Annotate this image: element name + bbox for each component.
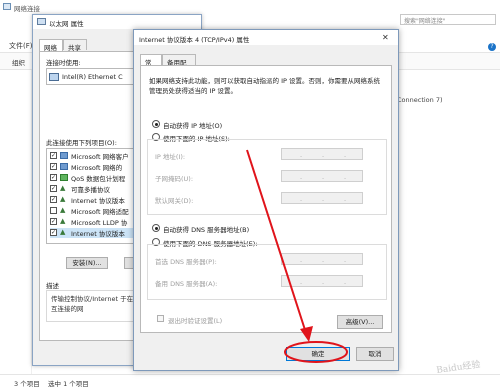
checkbox[interactable]: ✓	[50, 229, 57, 236]
ethernet-title: 以太网 属性	[49, 20, 84, 28]
protocol-arrow-icon: ▲	[60, 217, 66, 225]
close-icon[interactable]: ✕	[382, 33, 389, 42]
intro-text: 如果网络支持此功能，则可以获取自动指派的 IP 设置。否则，你需要从网络系统管理…	[149, 77, 380, 95]
install-button[interactable]: 安装(N)...	[66, 257, 108, 269]
status-selected-count: 选中 1 个项目	[48, 380, 89, 388]
preferred-dns-field[interactable]: ...	[281, 253, 363, 265]
list-item-label: QoS 数据包计划程	[71, 175, 126, 183]
validate-on-exit-checkbox[interactable]	[157, 315, 164, 322]
organize-button[interactable]: 组织	[12, 57, 25, 67]
checkbox[interactable]: ✓	[50, 174, 57, 181]
subnet-mask-label: 子网掩码(U):	[155, 175, 194, 183]
list-item-label: Microsoft LLDP 协	[71, 219, 128, 227]
network-folder-icon	[3, 3, 11, 10]
ipv4-title: Internet 协议版本 4 (TCP/IPv4) 属性	[139, 36, 250, 44]
list-item-label: Microsoft 网络适配	[71, 208, 129, 216]
search-box[interactable]: 搜索"网络连接"	[400, 14, 496, 25]
cancel-button[interactable]: 取消	[356, 347, 394, 361]
auto-dns-label[interactable]: 自动获得 DNS 服务器地址(B)	[163, 224, 249, 234]
tab-sharing[interactable]: 共享	[63, 39, 87, 52]
ethernet-titlebar: 以太网 属性	[33, 15, 201, 29]
auto-ip-label[interactable]: 自动获得 IP 地址(O)	[163, 120, 222, 130]
network-card-icon	[49, 73, 59, 81]
checkbox[interactable]: ✓	[50, 185, 57, 192]
list-item-label: Internet 协议版本	[71, 230, 125, 238]
checkbox[interactable]: ✓	[50, 218, 57, 225]
list-item-label: Internet 协议版本	[71, 197, 125, 205]
menu-file[interactable]: 文件(F)	[9, 41, 33, 51]
file-sharing-icon	[60, 163, 68, 170]
protocol-arrow-icon: ▲	[60, 184, 66, 192]
preferred-dns-label: 首选 DNS 服务器(P):	[155, 258, 217, 266]
list-item-label: 可靠多播协议	[71, 186, 110, 194]
explorer-titlebar: 网络连接	[0, 0, 500, 14]
list-item-label: Microsoft 网络客户	[71, 153, 129, 161]
navigation-pane	[0, 70, 32, 374]
checkbox[interactable]	[50, 207, 57, 214]
status-item-count: 3 个项目	[14, 380, 40, 388]
alternate-dns-field[interactable]: ...	[281, 275, 363, 287]
description-label: 描述	[46, 282, 59, 290]
auto-ip-radio[interactable]	[152, 120, 160, 128]
checkbox[interactable]: ✓	[50, 196, 57, 203]
validate-on-exit-label: 退出时验证设置(L)	[168, 317, 223, 325]
general-panel: 如果网络支持此功能，则可以获取自动指派的 IP 设置。否则，你需要从网络系统管理…	[140, 65, 392, 333]
ip-address-field[interactable]: ...	[281, 148, 363, 160]
protocol-arrow-icon: ▲	[60, 195, 66, 203]
advanced-button[interactable]: 高级(V)...	[337, 315, 383, 329]
ok-button[interactable]: 确定	[286, 347, 350, 361]
checkbox[interactable]: ✓	[50, 163, 57, 170]
protocol-arrow-icon: ▲	[60, 228, 66, 236]
default-gateway-label: 默认网关(D):	[155, 197, 194, 205]
subnet-mask-field[interactable]: ...	[281, 170, 363, 182]
protocol-arrow-icon: ▲	[60, 206, 66, 214]
items-label: 此连接使用下列项目(O):	[46, 139, 117, 147]
list-item-label: Microsoft 网络的	[71, 164, 123, 172]
network-client-icon	[60, 152, 68, 159]
ip-address-label: IP 地址(I):	[155, 153, 186, 161]
default-gateway-field[interactable]: ...	[281, 192, 363, 204]
auto-dns-radio[interactable]	[152, 224, 160, 232]
explorer-title: 网络连接	[14, 5, 40, 13]
adapter-icon	[37, 18, 46, 25]
tab-network[interactable]: 网络	[39, 39, 63, 52]
connection-item-label[interactable]: Connection 7)	[397, 96, 443, 104]
help-icon[interactable]: ?	[488, 43, 496, 51]
qos-icon	[60, 174, 68, 181]
checkbox[interactable]: ✓	[50, 152, 57, 159]
ipv4-properties-dialog: Internet 协议版本 4 (TCP/IPv4) 属性 ✕ 常规 备用配置 …	[133, 29, 399, 371]
connect-using-label: 连接时使用:	[46, 59, 81, 67]
ipv4-titlebar: Internet 协议版本 4 (TCP/IPv4) 属性 ✕	[134, 30, 398, 45]
alternate-dns-label: 备用 DNS 服务器(A):	[155, 280, 218, 288]
tab-alternate-configuration[interactable]: 备用配置	[162, 54, 196, 77]
